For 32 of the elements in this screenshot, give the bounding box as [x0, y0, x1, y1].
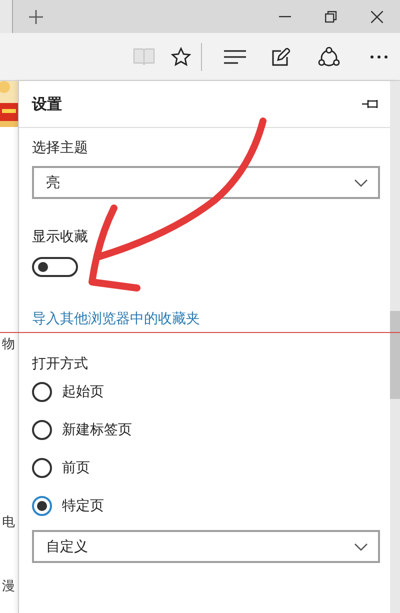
page-text: 电 — [1, 514, 16, 531]
more-icon[interactable] — [370, 54, 388, 58]
theme-label: 选择主题 — [32, 139, 89, 158]
star-icon[interactable] — [171, 46, 191, 66]
close-icon[interactable] — [371, 10, 383, 22]
radio-label[interactable]: 特定页 — [62, 497, 104, 515]
chevron-down-icon — [354, 542, 368, 550]
menu-lines-icon[interactable] — [224, 50, 246, 64]
radio-button[interactable] — [32, 496, 52, 516]
minimize-icon[interactable] — [279, 16, 291, 18]
note-icon[interactable] — [272, 48, 290, 66]
scrollbar[interactable] — [390, 81, 400, 613]
open-with-label: 打开方式 — [32, 355, 89, 374]
radio-button[interactable] — [32, 382, 52, 402]
favorites-bar-label: 显示收藏 — [32, 228, 89, 247]
pin-icon[interactable] — [362, 99, 380, 109]
toggle-switch[interactable] — [32, 257, 78, 277]
panel-title: 设置 — [32, 94, 62, 114]
share-icon[interactable] — [318, 46, 340, 66]
radio-label[interactable]: 前页 — [62, 459, 90, 477]
radio-button[interactable] — [32, 458, 52, 478]
radio-label[interactable]: 新建标签页 — [62, 421, 132, 439]
theme-dropdown[interactable]: 亮 — [32, 166, 380, 199]
page-text: 物 — [1, 336, 16, 353]
import-link[interactable]: 导入其他浏览器中的收藏夹 — [32, 310, 380, 328]
radio-button[interactable] — [32, 420, 52, 440]
custom-page-dropdown[interactable]: 自定义 — [32, 530, 380, 563]
radio-label[interactable]: 起始页 — [62, 383, 104, 401]
restore-icon[interactable] — [325, 10, 337, 22]
chevron-down-icon — [354, 178, 368, 186]
new-tab-icon[interactable] — [29, 10, 43, 24]
page-text: 漫 — [1, 578, 16, 595]
